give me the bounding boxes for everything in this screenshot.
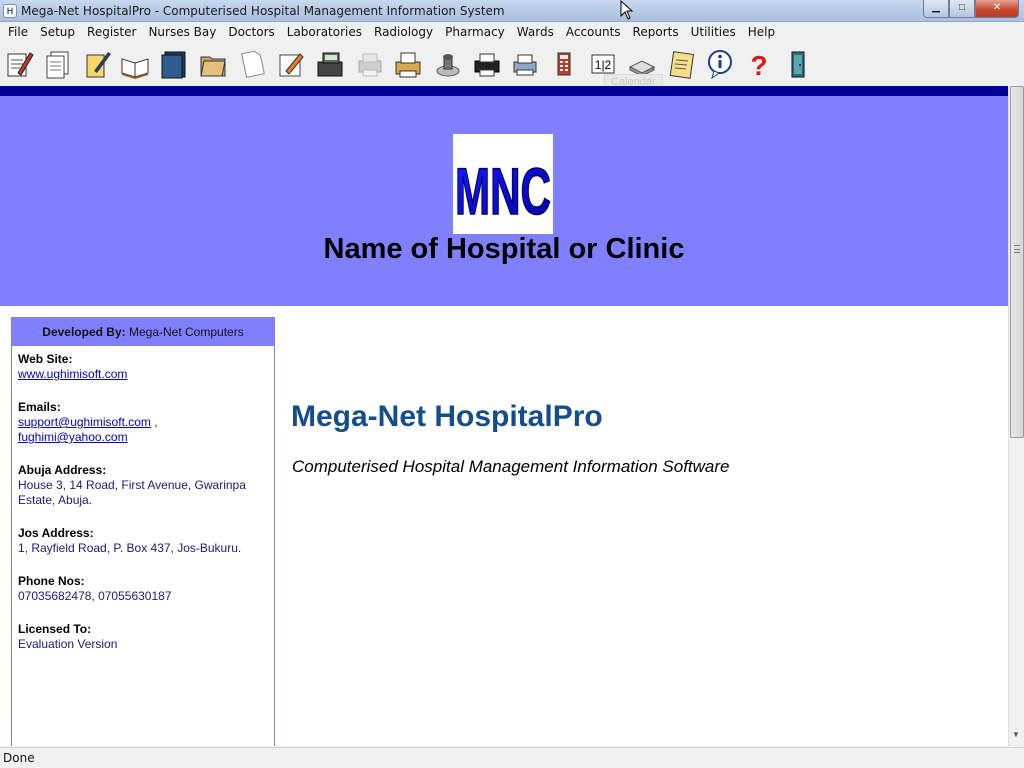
application-window: H Mega-Net HospitalPro - Computerised Ho… bbox=[0, 0, 1024, 768]
title-bar[interactable]: H Mega-Net HospitalPro - Computerised Ho… bbox=[0, 0, 1024, 22]
product-subtitle: Computerised Hospital Management Informa… bbox=[292, 457, 730, 476]
hospital-logo: MNC bbox=[453, 134, 553, 234]
header-topline bbox=[0, 86, 1008, 96]
folders-icon[interactable] bbox=[197, 48, 229, 80]
scrollbar-thumb[interactable] bbox=[1010, 86, 1024, 438]
phone-block: Phone Nos: 07035682478, 07055630187 bbox=[18, 574, 268, 604]
personal-email-link[interactable]: fughimi@yahoo.com bbox=[18, 430, 128, 444]
menu-nurses-bay[interactable]: Nurses Bay bbox=[142, 22, 222, 42]
window-controls: ▁ □ ✕ bbox=[923, 0, 1019, 18]
scrollbar-grip-icon bbox=[1014, 245, 1020, 253]
menu-utilities[interactable]: Utilities bbox=[685, 22, 742, 42]
menu-laboratories[interactable]: Laboratories bbox=[281, 22, 368, 42]
website-link[interactable]: www.ughimisoft.com bbox=[18, 367, 127, 381]
developed-by-label: Developed By: bbox=[42, 325, 126, 339]
stamp-icon[interactable] bbox=[432, 48, 464, 80]
support-email-link[interactable]: support@ughimisoft.com bbox=[18, 415, 151, 429]
toolbar: 1|2 ? Calendar bbox=[0, 43, 1024, 90]
calculator-icon[interactable] bbox=[548, 48, 580, 80]
developed-by-value: Mega-Net Computers bbox=[128, 325, 244, 339]
close-button[interactable]: ✕ bbox=[975, 0, 1019, 18]
website-label: Web Site: bbox=[18, 352, 73, 366]
folder-icon[interactable] bbox=[158, 48, 190, 80]
website-block: Web Site: www.ughimisoft.com bbox=[18, 352, 268, 382]
menu-wards[interactable]: Wards bbox=[511, 22, 560, 42]
scanner-printer-icon[interactable] bbox=[509, 48, 541, 80]
printer-icon[interactable] bbox=[471, 48, 503, 80]
blank-page-icon[interactable] bbox=[236, 48, 268, 80]
notepad-icon[interactable] bbox=[666, 48, 698, 80]
edit-record-icon[interactable] bbox=[3, 48, 35, 80]
emails-block: Emails: support@ughimisoft.com , fughimi… bbox=[18, 400, 268, 445]
menu-accounts[interactable]: Accounts bbox=[560, 22, 627, 42]
mouse-cursor-icon bbox=[620, 0, 634, 20]
licensed-to-label: Licensed To: bbox=[18, 622, 92, 636]
status-text: Done bbox=[3, 751, 35, 765]
app-icon[interactable]: H bbox=[3, 4, 17, 18]
menu-radiology[interactable]: Radiology bbox=[368, 22, 439, 42]
menu-setup[interactable]: Setup bbox=[34, 22, 81, 42]
minimize-button[interactable]: ▁ bbox=[923, 0, 949, 18]
menu-help[interactable]: Help bbox=[742, 22, 781, 42]
svg-text:1|2: 1|2 bbox=[595, 58, 612, 72]
note-pencil-icon[interactable] bbox=[275, 48, 307, 80]
documents-icon[interactable] bbox=[42, 48, 74, 80]
license-block: Licensed To: Evaluation Version bbox=[18, 622, 268, 652]
menu-doctors[interactable]: Doctors bbox=[222, 22, 280, 42]
scroll-down-arrow-icon[interactable]: ▼ bbox=[1012, 730, 1020, 739]
hospital-name: Name of Hospital or Clinic bbox=[323, 233, 685, 265]
exit-door-icon[interactable] bbox=[782, 48, 814, 80]
jos-address-label: Jos Address: bbox=[18, 526, 94, 540]
product-title: Mega-Net HospitalPro bbox=[291, 400, 603, 433]
help-question-icon[interactable]: ? bbox=[743, 48, 775, 80]
email-separator: , bbox=[150, 415, 158, 429]
printer-disabled-icon[interactable] bbox=[354, 48, 386, 80]
menu-bar: File Setup Register Nurses Bay Doctors L… bbox=[0, 22, 1024, 42]
window-title: Mega-Net HospitalPro - Computerised Hosp… bbox=[21, 4, 505, 18]
menu-pharmacy[interactable]: Pharmacy bbox=[439, 22, 511, 42]
menu-file[interactable]: File bbox=[2, 22, 34, 42]
logo-text: MNC bbox=[455, 154, 551, 228]
abuja-address: House 3, 14 Road, First Avenue, Gwarinpa… bbox=[18, 478, 246, 507]
vertical-scrollbar[interactable]: ▼ bbox=[1008, 86, 1024, 746]
licensed-to-value: Evaluation Version bbox=[18, 637, 118, 651]
phone-numbers: 07035682478, 07055630187 bbox=[18, 589, 172, 603]
developer-header: Developed By: Mega-Net Computers bbox=[12, 318, 274, 346]
emails-label: Emails: bbox=[18, 400, 61, 414]
abuja-address-label: Abuja Address: bbox=[18, 463, 107, 477]
header-banner: MNC Name of Hospital or Clinic bbox=[0, 86, 1008, 306]
info-icon[interactable] bbox=[704, 48, 736, 80]
menu-register[interactable]: Register bbox=[81, 22, 142, 42]
menu-reports[interactable]: Reports bbox=[627, 22, 685, 42]
jos-address: 1, Rayfield Road, P. Box 437, Jos-Bukuru… bbox=[18, 541, 242, 555]
notepad-pen-icon[interactable] bbox=[81, 48, 113, 80]
jos-address-block: Jos Address: 1, Rayfield Road, P. Box 43… bbox=[18, 526, 268, 556]
content-pane: MNC Name of Hospital or Clinic Developed… bbox=[0, 86, 1008, 746]
cash-register-icon[interactable] bbox=[314, 48, 346, 80]
status-bar: Done bbox=[0, 747, 1024, 768]
phone-label: Phone Nos: bbox=[18, 574, 85, 588]
maximize-button[interactable]: □ bbox=[949, 0, 975, 18]
open-book-icon[interactable] bbox=[119, 48, 151, 80]
developer-info-box: Developed By: Mega-Net Computers Web Sit… bbox=[11, 317, 275, 746]
fax-printer-icon[interactable] bbox=[392, 48, 424, 80]
svg-text:?: ? bbox=[750, 50, 767, 79]
abuja-address-block: Abuja Address: House 3, 14 Road, First A… bbox=[18, 463, 268, 508]
